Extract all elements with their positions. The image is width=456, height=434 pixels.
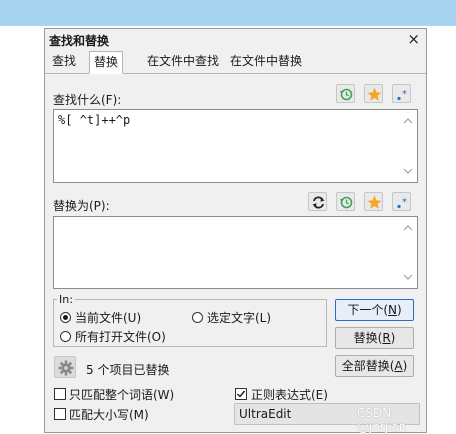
replace-all-button[interactable]: 全部替换(A) xyxy=(335,355,414,377)
history-icon xyxy=(340,88,353,101)
tab-replace-in-files[interactable]: 在文件中替换 xyxy=(226,51,306,72)
scroll-up-icon[interactable] xyxy=(403,117,413,125)
replace-favorite-button[interactable] xyxy=(364,192,383,211)
checkbox-match-case[interactable] xyxy=(54,408,66,420)
tab-find-in-files[interactable]: 在文件中查找 xyxy=(143,51,223,72)
checkbox-regex[interactable] xyxy=(235,388,247,400)
tab-bar: 查找 替换 在文件中查找 在文件中替换 xyxy=(45,51,426,74)
options-gear-button[interactable] xyxy=(54,356,76,378)
replace-input[interactable] xyxy=(53,216,418,289)
tab-replace[interactable]: 替换 xyxy=(89,51,124,74)
dialog-titlebar: 查找和替换 × xyxy=(45,29,426,49)
swap-icon xyxy=(312,196,325,209)
window-top-strip xyxy=(0,0,456,26)
replace-regex-builder-button[interactable]: * xyxy=(392,192,411,211)
checkbox-whole-word[interactable] xyxy=(54,388,66,400)
svg-text:*: * xyxy=(402,89,407,100)
checkmark-icon xyxy=(237,390,246,398)
find-input-value: %[ ^t]++^p xyxy=(58,113,131,127)
match-case-label: 匹配大小写(M) xyxy=(69,408,149,422)
replace-swap-button[interactable] xyxy=(308,192,327,211)
radio-current-file[interactable] xyxy=(60,312,71,323)
close-icon[interactable]: × xyxy=(407,30,420,48)
scope-group-label: In: xyxy=(57,293,75,306)
find-history-button[interactable] xyxy=(336,84,355,103)
find-label: 查找什么(F): xyxy=(53,93,122,107)
find-next-button[interactable]: 下一个(N) xyxy=(335,299,414,321)
find-regex-builder-button[interactable]: * xyxy=(392,84,411,103)
find-input[interactable]: %[ ^t]++^p xyxy=(53,109,418,183)
watermark-text: CSDN @jnrjian xyxy=(357,406,407,434)
status-message: 5 个项目已替换 xyxy=(86,363,170,377)
regex-icon: * xyxy=(397,197,407,209)
scroll-up-icon[interactable] xyxy=(403,224,413,232)
star-icon xyxy=(367,195,382,209)
scroll-down-icon[interactable] xyxy=(403,167,413,175)
regex-engine-value: UltraEdit xyxy=(239,407,292,421)
find-replace-dialog: 查找和替换 × 查找 替换 在文件中查找 在文件中替换 查找什么(F): * %… xyxy=(44,28,427,434)
current-file-label: 当前文件(U) xyxy=(75,311,142,325)
gear-icon xyxy=(58,360,74,376)
replace-button[interactable]: 替换(R) xyxy=(335,327,414,349)
regex-label: 正则表达式(E) xyxy=(251,388,328,402)
regex-icon: * xyxy=(397,89,407,101)
radio-selected-text[interactable] xyxy=(192,312,203,323)
star-icon xyxy=(367,87,382,101)
dialog-title: 查找和替换 xyxy=(49,34,110,48)
replace-label: 替换为(P): xyxy=(53,199,110,213)
svg-text:*: * xyxy=(402,197,407,208)
whole-word-label: 只匹配整个词语(W) xyxy=(69,388,175,402)
selected-text-label: 选定文字(L) xyxy=(207,311,272,325)
radio-all-open-files[interactable] xyxy=(60,331,71,342)
all-open-files-label: 所有打开文件(O) xyxy=(75,330,166,344)
find-favorite-button[interactable] xyxy=(364,84,383,103)
tab-find[interactable]: 查找 xyxy=(48,51,80,72)
history-icon xyxy=(340,196,353,209)
scroll-down-icon[interactable] xyxy=(403,273,413,281)
replace-history-button[interactable] xyxy=(336,192,355,211)
